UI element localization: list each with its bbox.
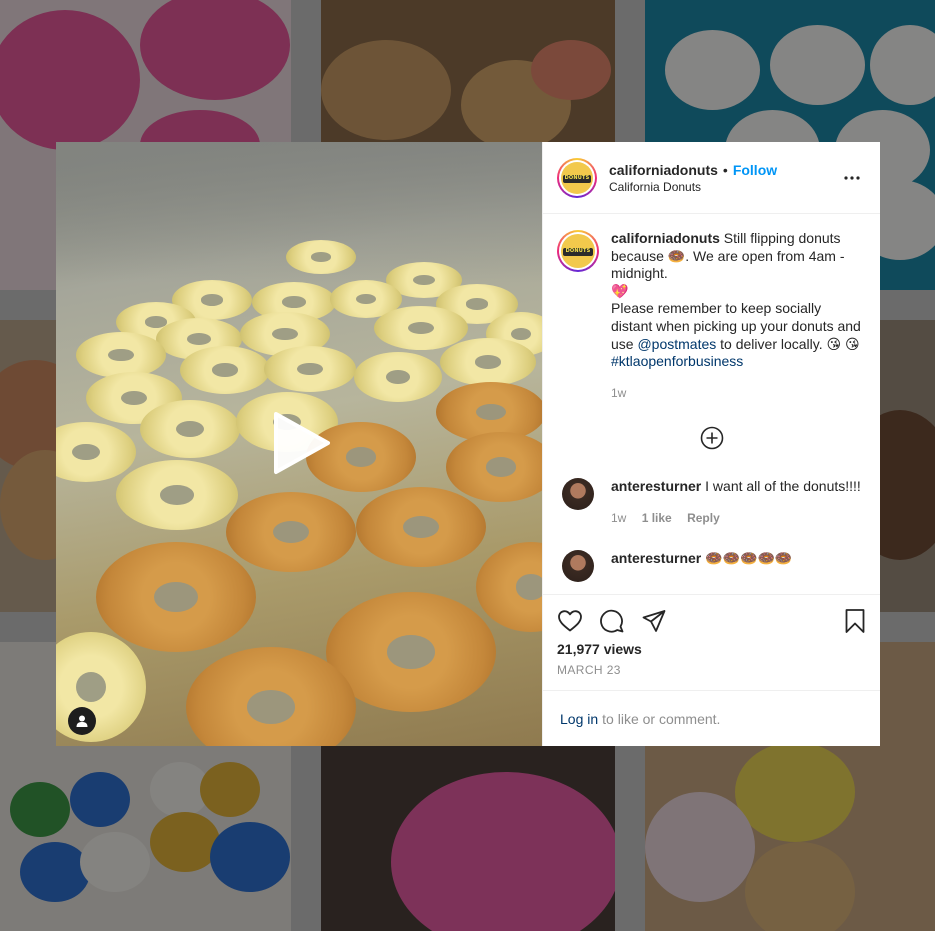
share-button[interactable] bbox=[641, 605, 673, 637]
comment-text: I want all of the donuts!!!! bbox=[705, 478, 861, 495]
video-frame bbox=[76, 332, 166, 378]
comments-list[interactable]: DONUTS californiadonuts Still flipping d… bbox=[543, 214, 880, 594]
user-tag-icon bbox=[76, 715, 88, 727]
video-frame bbox=[180, 346, 270, 394]
video-frame bbox=[286, 240, 356, 274]
commenter-avatar[interactable] bbox=[562, 478, 594, 511]
video-frame bbox=[476, 542, 542, 632]
bookmark-icon bbox=[845, 609, 865, 633]
more-options-button[interactable] bbox=[840, 166, 864, 190]
play-button[interactable] bbox=[270, 410, 334, 476]
caption: DONUTS californiadonuts Still flipping d… bbox=[557, 230, 866, 402]
load-more-comments-button[interactable] bbox=[557, 426, 866, 450]
comment-username[interactable]: anteresturner bbox=[611, 550, 701, 566]
mention-link[interactable]: @postmates bbox=[637, 336, 716, 352]
login-prompt: Log in to like or comment. bbox=[543, 690, 880, 746]
video-frame bbox=[116, 460, 238, 530]
comment: anteresturner 🍩🍩🍩🍩🍩 bbox=[557, 549, 866, 582]
login-link[interactable]: Log in bbox=[560, 711, 598, 727]
comment-likes[interactable]: 1 like bbox=[642, 511, 672, 525]
commenter-avatar[interactable] bbox=[562, 549, 594, 582]
comment-text: 🍩🍩🍩🍩🍩 bbox=[705, 549, 793, 566]
separator-dot: • bbox=[722, 161, 728, 178]
heart-icon bbox=[558, 610, 582, 632]
kiss-emoji: 😘 bbox=[826, 335, 842, 352]
play-icon bbox=[274, 412, 330, 474]
reply-button[interactable]: Reply bbox=[687, 511, 720, 525]
post-modal: DONUTS californiadonuts • Follow Califor… bbox=[56, 142, 880, 746]
save-button[interactable] bbox=[834, 605, 866, 637]
video-frame bbox=[96, 542, 256, 652]
brand-logo: DONUTS bbox=[561, 161, 593, 194]
more-options-icon bbox=[844, 175, 860, 180]
donut-emoji: 🍩 bbox=[667, 247, 686, 264]
video-frame bbox=[446, 432, 542, 502]
location-link[interactable]: California Donuts bbox=[609, 180, 840, 194]
video-frame bbox=[226, 492, 356, 572]
brand-logo: DONUTS bbox=[561, 234, 595, 268]
kiss-emoji: 😘 bbox=[845, 335, 860, 352]
caption-avatar[interactable]: DONUTS bbox=[557, 230, 599, 272]
comment-icon bbox=[600, 609, 624, 633]
comment-username[interactable]: anteresturner bbox=[611, 478, 701, 494]
post-date[interactable]: MARCH 23 bbox=[557, 663, 866, 677]
login-prompt-text: to like or comment. bbox=[602, 710, 721, 727]
hashtag-link[interactable]: #ktlaopenforbusiness bbox=[611, 353, 743, 369]
video-frame bbox=[56, 422, 136, 482]
caption-username[interactable]: californiadonuts bbox=[611, 230, 720, 246]
caption-timestamp[interactable]: 1w bbox=[611, 386, 626, 400]
video-frame bbox=[356, 487, 486, 567]
share-icon bbox=[642, 610, 666, 632]
like-button[interactable] bbox=[557, 605, 589, 637]
video-frame bbox=[140, 400, 240, 458]
video-frame bbox=[374, 306, 468, 350]
heart-emoji: 💖 bbox=[611, 282, 629, 299]
profile-avatar[interactable]: DONUTS bbox=[557, 157, 597, 198]
caption-text: californiadonuts Still flipping donuts b… bbox=[611, 230, 861, 400]
comment: anteresturner I want all of the donuts!!… bbox=[557, 478, 866, 527]
post-actions: 21,977 views MARCH 23 bbox=[543, 594, 880, 690]
username-link[interactable]: californiadonuts bbox=[609, 162, 718, 178]
user-tag-button[interactable] bbox=[68, 707, 96, 735]
video-frame bbox=[354, 352, 442, 402]
comment-timestamp[interactable]: 1w bbox=[611, 511, 626, 525]
video-frame bbox=[440, 338, 536, 386]
comment-button[interactable] bbox=[599, 605, 631, 637]
view-count[interactable]: 21,977 views bbox=[557, 641, 866, 657]
video-player[interactable] bbox=[56, 142, 542, 746]
post-sidebar: DONUTS californiadonuts • Follow Califor… bbox=[542, 142, 880, 746]
follow-button[interactable]: Follow bbox=[733, 162, 777, 178]
logo-text: DONUTS bbox=[564, 174, 590, 181]
video-frame bbox=[264, 346, 356, 392]
plus-circle-icon bbox=[700, 427, 723, 450]
post-header: DONUTS californiadonuts • Follow Califor… bbox=[543, 142, 880, 214]
